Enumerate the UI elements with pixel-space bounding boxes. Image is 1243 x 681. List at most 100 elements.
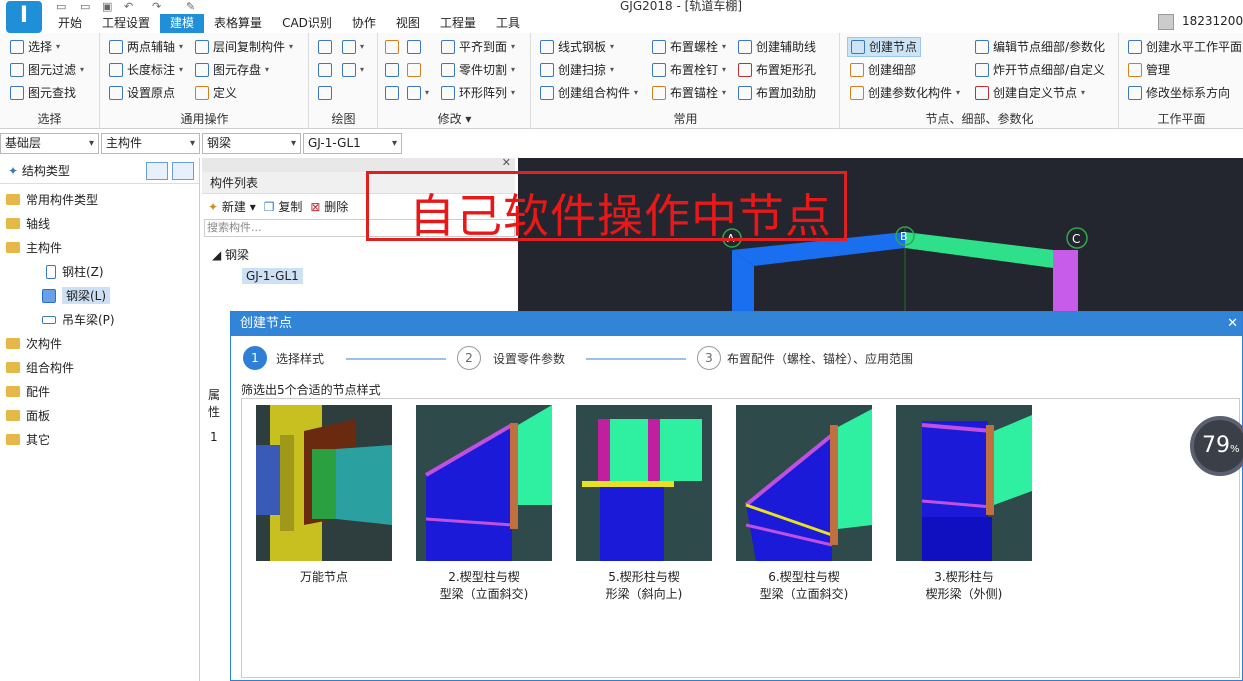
stiffener-button[interactable]: 布置加劲肋: [738, 83, 816, 103]
two-point-axis-button[interactable]: 两点辅轴 ▾: [109, 37, 183, 57]
paint-icon[interactable]: ✎: [186, 0, 195, 13]
place-bolt-button[interactable]: 布置螺栓 ▾: [652, 37, 726, 57]
element-find-button[interactable]: 图元查找: [10, 83, 76, 103]
place-anchor-button[interactable]: 布置锚栓 ▾: [652, 83, 726, 103]
tree-item-secondary[interactable]: 次构件: [6, 335, 62, 352]
menu-tools[interactable]: 工具: [486, 14, 530, 33]
progress-circle[interactable]: 79%: [1190, 416, 1243, 476]
edit-node-detail-button[interactable]: 编辑节点细部/参数化: [975, 37, 1105, 57]
list-group-steel-beam[interactable]: ◢ 钢梁: [212, 246, 249, 263]
rotate-icon: [407, 40, 421, 54]
polyline-icon: [342, 63, 356, 77]
rect-hole-button[interactable]: 布置矩形孔: [738, 60, 816, 80]
tree-item-fittings[interactable]: 配件: [6, 383, 50, 400]
node-card-3[interactable]: 3.楔形柱与 楔形梁（外侧): [896, 405, 1032, 603]
sweep-button[interactable]: 创建扫掠 ▾: [540, 60, 614, 80]
new-icon: ✦: [208, 199, 219, 214]
aux-line-button[interactable]: 创建辅助线: [738, 37, 816, 57]
node-card-5[interactable]: 5.楔形柱与楔 形梁（斜向上): [576, 405, 712, 603]
define-button[interactable]: 定义: [195, 83, 237, 103]
rect-tool[interactable]: [318, 83, 332, 103]
tree-item-axis[interactable]: 轴线: [6, 215, 50, 232]
app-logo[interactable]: I: [6, 1, 42, 33]
open-file-icon[interactable]: ▭: [80, 0, 90, 13]
part-cut-button[interactable]: 零件切割 ▾: [441, 60, 515, 80]
layer-copy-icon: [195, 40, 209, 54]
select-button[interactable]: 选择 ▾: [10, 37, 60, 57]
ring-array-button[interactable]: 环形阵列 ▾: [441, 83, 515, 103]
create-parametric-button[interactable]: 创建参数化构件 ▾: [850, 83, 960, 103]
category-select[interactable]: 主构件: [101, 133, 200, 154]
tree-item-panels[interactable]: 面板: [6, 407, 50, 424]
step-3-badge[interactable]: 3: [697, 346, 721, 370]
delete-button[interactable]: ⊠ 删除: [310, 198, 348, 215]
avatar[interactable]: [1158, 14, 1174, 30]
tree-item-steel-column[interactable]: 钢柱(Z): [46, 263, 104, 280]
step-2-badge[interactable]: 2: [457, 346, 481, 370]
manage-button[interactable]: 管理: [1128, 60, 1170, 80]
copy-between-floors-button[interactable]: 层间复制构件 ▾: [195, 37, 293, 57]
tree-item-steel-beam[interactable]: 钢梁(L): [42, 287, 111, 304]
close-icon[interactable]: ✕: [502, 156, 511, 169]
crane-beam-icon: [42, 315, 56, 324]
type-select[interactable]: 钢梁: [202, 133, 301, 154]
node-card-6[interactable]: 6.楔型柱与楔 型梁（立面斜交): [736, 405, 872, 603]
offset-tool[interactable]: ▾: [407, 83, 429, 103]
custom-node-button[interactable]: 创建自定义节点 ▾: [975, 83, 1085, 103]
component-select[interactable]: GJ-1-GL1: [303, 133, 402, 154]
new-button[interactable]: ✦ 新建 ▾: [208, 198, 256, 215]
group-title-node: 节点、细部、参数化: [925, 112, 1034, 126]
mirror-tool[interactable]: [407, 60, 421, 80]
floor-select[interactable]: 基础层: [0, 133, 99, 154]
card-view-button[interactable]: [172, 162, 194, 180]
set-origin-button[interactable]: 设置原点: [109, 83, 175, 103]
align-to-face-button[interactable]: 平齐到面 ▾: [441, 37, 515, 57]
new-file-icon[interactable]: ▭: [56, 0, 66, 13]
element-storage-button[interactable]: 图元存盘 ▾: [195, 60, 269, 80]
length-dimension-button[interactable]: 长度标注 ▾: [109, 60, 183, 80]
close-icon[interactable]: ✕: [1227, 312, 1238, 336]
line-plate-button[interactable]: 线式钢板 ▾: [540, 37, 614, 57]
move-tool[interactable]: [385, 83, 399, 103]
tree-item-composite[interactable]: 组合构件: [6, 359, 74, 376]
assembly-button[interactable]: 创建组合构件 ▾: [540, 83, 638, 103]
node-style-grid: 万能节点 2.楔型柱与楔 型梁（立面斜交) 5.楔形柱与楔 形梁（斜向上) 6.楔型…: [241, 398, 1240, 678]
tree-item-other[interactable]: 其它: [6, 431, 50, 448]
copy-button[interactable]: ❐ 复制: [264, 198, 303, 215]
menu-cad-recognition[interactable]: CAD识别: [272, 14, 342, 33]
point-tool[interactable]: [318, 37, 332, 57]
scale-tool[interactable]: [385, 60, 399, 80]
create-node-button[interactable]: 创建节点: [847, 37, 922, 57]
menu-home[interactable]: 开始: [48, 14, 92, 33]
brush-tool[interactable]: [385, 37, 399, 57]
line-tool[interactable]: [318, 60, 332, 80]
menu-table-calc[interactable]: 表格算量: [204, 14, 272, 33]
menu-project-settings[interactable]: 工程设置: [92, 14, 160, 33]
horizontal-workplane-button[interactable]: 创建水平工作平面: [1128, 37, 1242, 57]
coord-direction-button[interactable]: 修改坐标系方向: [1128, 83, 1230, 103]
user-name[interactable]: 182312008: [1182, 14, 1243, 28]
list-item-gl1[interactable]: GJ-1-GL1: [242, 268, 303, 284]
step-1-badge[interactable]: 1: [243, 346, 267, 370]
redo-icon[interactable]: ↷: [152, 0, 161, 13]
menu-view[interactable]: 视图: [386, 14, 430, 33]
explode-node-button[interactable]: 炸开节点细部/自定义: [975, 60, 1105, 80]
node-card-2[interactable]: 2.楔型柱与楔 型梁（立面斜交): [416, 405, 552, 603]
rotate-tool[interactable]: [407, 37, 421, 57]
list-view-button[interactable]: [146, 162, 168, 180]
undo-icon[interactable]: ↶: [124, 0, 133, 13]
place-stud-button[interactable]: 布置栓钉 ▾: [652, 60, 726, 80]
circle-tool[interactable]: ▾: [342, 37, 364, 57]
tree-item-main-members[interactable]: 主构件: [6, 239, 62, 256]
polyline-tool[interactable]: ▾: [342, 60, 364, 80]
node-card-universal[interactable]: 万能节点: [256, 405, 392, 586]
menu-quantity[interactable]: 工程量: [430, 14, 486, 33]
save-icon[interactable]: ▣: [102, 0, 112, 13]
menu-collaborate[interactable]: 协作: [342, 14, 386, 33]
tree-item-crane-beam[interactable]: 吊车梁(P): [42, 311, 115, 328]
menu-modeling[interactable]: 建模: [160, 14, 205, 33]
step-connector: [346, 358, 446, 360]
tree-item-common-types[interactable]: 常用构件类型: [6, 191, 98, 208]
create-detail-button[interactable]: 创建细部: [850, 60, 916, 80]
element-filter-button[interactable]: 图元过滤 ▾: [10, 60, 84, 80]
